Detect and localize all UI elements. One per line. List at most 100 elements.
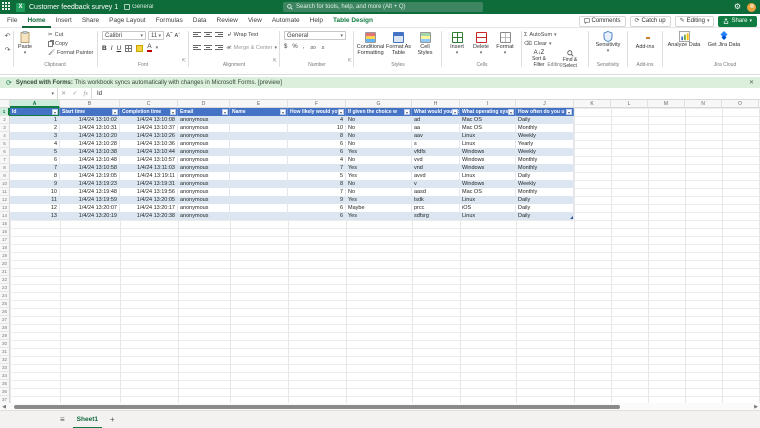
table-header-cell[interactable]: If given the choice w (346, 108, 412, 116)
table-cell[interactable]: anonymous (178, 212, 230, 220)
table-cell[interactable] (230, 212, 288, 220)
table-cell[interactable]: 1/4/24 13:10:44 (120, 148, 178, 156)
table-resize-handle[interactable] (570, 216, 573, 219)
table-cell[interactable]: Maybe (346, 204, 412, 212)
sensitivity-button[interactable]: Sensitivity ▾ (593, 31, 623, 54)
row-header-32[interactable]: 32 (0, 356, 10, 364)
table-cell[interactable] (230, 156, 288, 164)
table-cell[interactable] (230, 148, 288, 156)
row-header-3[interactable]: 3 (0, 124, 10, 132)
table-cell[interactable]: 1/4/24 13:10:28 (60, 140, 120, 148)
conditional-formatting-button[interactable]: Conditional Formatting (357, 31, 384, 56)
table-cell[interactable] (230, 204, 288, 212)
decrease-decimal-button[interactable]: .0 (321, 45, 325, 50)
table-cell[interactable]: 1/4/24 13:19:05 (60, 172, 120, 180)
number-dialog-launcher-icon[interactable]: ⇱ (348, 58, 352, 64)
table-cell[interactable] (230, 172, 288, 180)
sheet-list-icon[interactable]: ≡ (60, 415, 65, 424)
table-cell[interactable]: anonymous (178, 180, 230, 188)
copy-button[interactable]: Copy (48, 41, 68, 47)
row-header-1[interactable]: 1 (0, 108, 10, 116)
table-cell[interactable]: aa (412, 124, 460, 132)
table-cell[interactable]: 1/4/24 13:10:57 (120, 156, 178, 164)
row-header-36[interactable]: 36 (0, 388, 10, 396)
table-cell[interactable]: 1/4/24 13:10:20 (60, 132, 120, 140)
table-cell[interactable]: vfdfs (412, 148, 460, 156)
table-cell[interactable]: aasd (412, 188, 460, 196)
select-all-corner[interactable] (0, 100, 10, 108)
table-cell[interactable]: 1/4/24 13:20:17 (120, 204, 178, 212)
table-cell[interactable]: 1/4/24 13:10:08 (120, 116, 178, 124)
name-box[interactable]: ▾ (0, 87, 58, 100)
table-cell[interactable]: 13 (10, 212, 60, 220)
table-cell[interactable]: vvd (412, 156, 460, 164)
delete-cells-button[interactable]: Delete ▾ (470, 31, 492, 56)
table-cell[interactable]: Linux (460, 172, 516, 180)
table-cell[interactable]: Daily (516, 204, 574, 212)
filter-dropdown-icon[interactable]: ▾ (338, 109, 344, 115)
align-bottom-icon[interactable] (215, 31, 223, 38)
insert-function-icon[interactable]: fx (84, 91, 88, 97)
table-cell[interactable] (230, 196, 288, 204)
table-cell[interactable]: 6 (288, 204, 346, 212)
underline-button[interactable]: U (117, 45, 122, 52)
table-cell[interactable]: 1/4/24 13:10:58 (60, 164, 120, 172)
table-cell[interactable]: 11 (10, 196, 60, 204)
align-left-icon[interactable] (193, 44, 201, 51)
borders-button[interactable] (125, 44, 133, 52)
comma-format-button[interactable]: , (303, 44, 305, 50)
table-cell[interactable]: Daily (516, 116, 574, 124)
font-dialog-launcher-icon[interactable]: ⇱ (182, 58, 186, 64)
table-cell[interactable]: sdfsrg (412, 212, 460, 220)
table-cell[interactable]: anonymous (178, 140, 230, 148)
column-header-C[interactable]: C (120, 100, 178, 108)
table-cell[interactable]: Linux (460, 140, 516, 148)
filter-dropdown-icon[interactable]: ▾ (404, 109, 410, 115)
table-cell[interactable]: 7 (10, 164, 60, 172)
document-title[interactable]: Customer feedback survey 1 (29, 4, 118, 11)
row-header-29[interactable]: 29 (0, 332, 10, 340)
table-cell[interactable]: 1/4/24 13:10:36 (120, 140, 178, 148)
row-header-19[interactable]: 19 (0, 252, 10, 260)
tab-data[interactable]: Data (188, 14, 212, 28)
analyze-data-button[interactable]: Analyze Data (667, 31, 701, 48)
column-header-I[interactable]: I (460, 100, 516, 108)
table-cell[interactable]: 4 (10, 140, 60, 148)
tab-formulas[interactable]: Formulas (151, 14, 188, 28)
app-launcher-icon[interactable] (2, 2, 12, 12)
row-header-21[interactable]: 21 (0, 268, 10, 276)
settings-gear-icon[interactable]: ⚙ (734, 0, 741, 14)
row-header-24[interactable]: 24 (0, 292, 10, 300)
table-cell[interactable]: Linux (460, 212, 516, 220)
table-cell[interactable]: 1/4/24 13:19:59 (60, 196, 120, 204)
table-cell[interactable]: 1/4/24 13:20:05 (120, 196, 178, 204)
row-header-18[interactable]: 18 (0, 244, 10, 252)
table-cell[interactable]: Windows (460, 180, 516, 188)
scroll-left-icon[interactable]: ◀ (0, 404, 8, 410)
table-cell[interactable]: No (346, 188, 412, 196)
table-cell[interactable]: 1/4/24 13:19:48 (60, 188, 120, 196)
table-cell[interactable]: 1/4/24 13:10:37 (120, 124, 178, 132)
comments-button[interactable]: Comments (578, 15, 626, 27)
row-header-16[interactable]: 16 (0, 228, 10, 236)
table-cell[interactable]: Windows (460, 164, 516, 172)
filter-dropdown-icon[interactable]: ▾ (452, 109, 458, 115)
table-cell[interactable]: anonymous (178, 116, 230, 124)
clear-button[interactable]: ⌫ Clear ▾ (524, 41, 551, 47)
filter-dropdown-icon[interactable]: ▾ (508, 109, 514, 115)
table-cell[interactable]: 2 (10, 124, 60, 132)
cut-button[interactable]: ✂ Cut (48, 32, 63, 38)
table-cell[interactable]: No (346, 156, 412, 164)
table-cell[interactable]: No (346, 132, 412, 140)
sensitivity-label-badge[interactable]: General (124, 4, 153, 10)
catch-up-button[interactable]: ⟳ Catch up (629, 15, 671, 27)
tab-table-design[interactable]: Table Design (328, 14, 378, 28)
table-cell[interactable]: 1/4/24 13:20:19 (60, 212, 120, 220)
table-cell[interactable]: Yes (346, 164, 412, 172)
format-cells-button[interactable]: Format ▾ (494, 31, 516, 56)
table-cell[interactable]: iOS (460, 204, 516, 212)
row-header-30[interactable]: 30 (0, 340, 10, 348)
row-header-33[interactable]: 33 (0, 364, 10, 372)
column-header-K[interactable]: K (574, 100, 611, 108)
increase-decimal-button[interactable]: .00 (309, 45, 315, 50)
